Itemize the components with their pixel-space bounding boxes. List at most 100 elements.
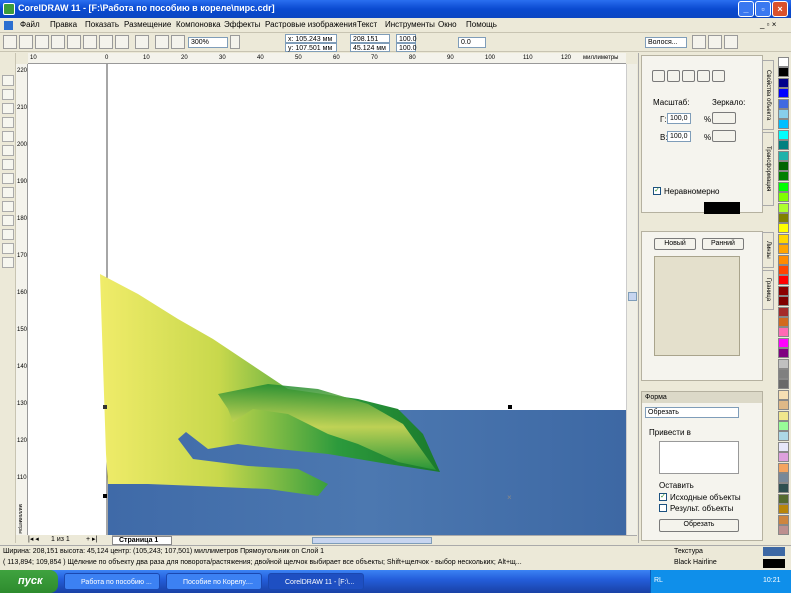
palette-swatch[interactable]: [778, 244, 789, 255]
tab-contour[interactable]: Граница: [762, 270, 774, 310]
palette-swatch[interactable]: [778, 317, 789, 327]
menu-help[interactable]: Помощь: [466, 20, 497, 29]
palette-swatch[interactable]: [778, 410, 789, 421]
print-icon[interactable]: [51, 35, 65, 49]
pick-tool-icon[interactable]: [2, 75, 14, 86]
palette-swatch[interactable]: [778, 327, 789, 338]
menu-file[interactable]: Файл: [20, 20, 40, 29]
convert-to-curves-icon[interactable]: [724, 35, 738, 49]
palette-swatch[interactable]: [778, 525, 789, 535]
palette-swatch[interactable]: [778, 119, 789, 130]
tab-transform[interactable]: Трансформация: [762, 132, 774, 206]
nonproportional-checkbox[interactable]: ✓: [653, 187, 661, 195]
palette-swatch[interactable]: [778, 140, 789, 151]
palette-swatch[interactable]: [778, 379, 789, 390]
width-field[interactable]: 208.151 м...: [350, 34, 390, 52]
export-icon[interactable]: [171, 35, 185, 49]
first-page-button[interactable]: |◂ ◂: [28, 535, 39, 543]
ellipse-tool-icon[interactable]: [2, 145, 14, 156]
language-indicator[interactable]: RL: [654, 577, 663, 584]
interactive-blend-tool-icon[interactable]: [2, 201, 14, 212]
shaping-mode-select[interactable]: Обрезать: [645, 407, 739, 418]
horizontal-scroll-thumb[interactable]: [312, 537, 432, 544]
chevron-down-icon[interactable]: [230, 35, 240, 49]
to-front-icon[interactable]: [692, 35, 706, 49]
save-icon[interactable]: [35, 35, 49, 49]
palette-swatch[interactable]: [778, 192, 789, 203]
interactive-fill-tool-icon[interactable]: [2, 257, 14, 268]
palette-swatch[interactable]: [778, 67, 789, 78]
menu-arrange[interactable]: Размещение: [124, 20, 171, 29]
taskbar-item-word[interactable]: Пособие по Корелу....: [166, 573, 262, 590]
palette-swatch[interactable]: [778, 306, 789, 317]
outline-width-select[interactable]: Волося...: [645, 37, 687, 48]
vertical-scrollbar[interactable]: [626, 64, 637, 535]
palette-swatch[interactable]: [778, 473, 789, 483]
new-icon[interactable]: [3, 35, 17, 49]
scale-icon[interactable]: [682, 70, 695, 82]
doc-minimize-button[interactable]: _ ▫ ×: [760, 20, 776, 29]
cut-icon[interactable]: [67, 35, 81, 49]
position-icon[interactable]: [652, 70, 665, 82]
palette-swatch[interactable]: [778, 493, 789, 504]
keep-result-checkbox[interactable]: [659, 504, 667, 512]
palette-swatch[interactable]: [778, 77, 789, 88]
palette-swatch[interactable]: [778, 337, 789, 348]
palette-swatch[interactable]: [778, 213, 789, 223]
redo-icon[interactable]: [135, 35, 149, 49]
palette-swatch[interactable]: [778, 57, 789, 67]
menu-effects[interactable]: Эффекты: [224, 20, 260, 29]
size-icon[interactable]: [697, 70, 710, 82]
palette-swatch[interactable]: [778, 275, 789, 286]
palette-swatch[interactable]: [778, 202, 789, 213]
vertical-scale-field[interactable]: 100,0: [667, 131, 691, 142]
palette-swatch[interactable]: [778, 348, 789, 359]
palette-swatch[interactable]: [778, 421, 789, 431]
transform-mode-buttons[interactable]: [652, 70, 732, 83]
palette-swatch[interactable]: [778, 483, 789, 494]
menu-view[interactable]: Показать: [85, 20, 119, 29]
keep-source-checkbox[interactable]: ✓: [659, 493, 667, 501]
menu-bitmaps[interactable]: Растровые изображения: [265, 20, 357, 29]
to-back-icon[interactable]: [708, 35, 722, 49]
palette-swatch[interactable]: [778, 358, 789, 369]
minimize-button[interactable]: _: [738, 1, 754, 17]
shape-tool-icon[interactable]: [2, 89, 14, 100]
palette-swatch[interactable]: [778, 296, 789, 307]
palette-swatch[interactable]: [778, 514, 789, 525]
taskbar-item-coreldraw[interactable]: CorelDRAW 11 - [F:\...: [268, 573, 364, 590]
polygon-tool-icon[interactable]: [2, 159, 14, 170]
menu-edit[interactable]: Правка: [50, 20, 77, 29]
menu-window[interactable]: Окно: [438, 20, 457, 29]
close-button[interactable]: ×: [772, 1, 788, 17]
palette-swatch[interactable]: [778, 233, 789, 244]
palette-swatch[interactable]: [778, 400, 789, 411]
palette-swatch[interactable]: [778, 254, 789, 265]
palette-swatch[interactable]: [778, 129, 789, 140]
scroll-thumb[interactable]: [628, 292, 637, 301]
scale-x-field[interactable]: 100.0: [396, 34, 417, 43]
rotation-angle-field[interactable]: 0.0: [458, 37, 486, 48]
lens-grid[interactable]: [654, 256, 740, 356]
height-field[interactable]: 45.124 мм: [350, 43, 390, 52]
taskbar-item-folder[interactable]: Работа по пособию ...: [64, 573, 160, 590]
tab-lens[interactable]: Линзы: [762, 232, 774, 268]
fill-tool-icon[interactable]: [2, 243, 14, 254]
next-page-button[interactable]: + ▸|: [86, 535, 97, 543]
skew-icon[interactable]: [712, 70, 725, 82]
early-button[interactable]: Ранний: [702, 238, 744, 250]
rotate-icon[interactable]: [667, 70, 680, 82]
palette-swatch[interactable]: [778, 98, 789, 109]
palette-swatch[interactable]: [778, 369, 789, 379]
mirror-horizontal-button[interactable]: [712, 112, 736, 124]
basic-shapes-tool-icon[interactable]: [2, 173, 14, 184]
scale-y-field[interactable]: 100.0: [396, 43, 417, 52]
palette-swatch[interactable]: [778, 462, 789, 473]
palette-swatch[interactable]: [778, 441, 789, 452]
palette-swatch[interactable]: [778, 109, 789, 119]
palette-swatch[interactable]: [778, 504, 789, 515]
palette-swatch[interactable]: [778, 88, 789, 99]
palette-swatch[interactable]: [778, 150, 789, 161]
rectangle-tool-icon[interactable]: [2, 131, 14, 142]
outline-tool-icon[interactable]: [2, 229, 14, 240]
